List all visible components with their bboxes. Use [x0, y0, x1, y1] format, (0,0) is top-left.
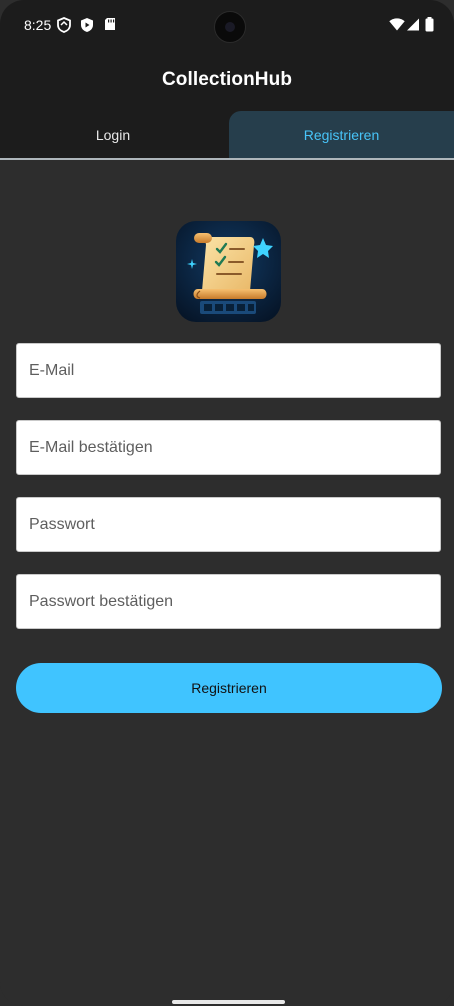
app-logo: [176, 221, 281, 322]
password-field[interactable]: [16, 497, 441, 552]
signal-icon: [407, 18, 419, 36]
tab-divider: [0, 158, 454, 160]
email-confirm-input[interactable]: [17, 421, 440, 474]
camera-cutout: [214, 11, 246, 43]
password-confirm-field[interactable]: [16, 574, 441, 629]
app-logo-scroll-checklist-icon: [176, 221, 281, 322]
register-button-label: Registrieren: [191, 680, 267, 696]
email-input[interactable]: [17, 344, 440, 397]
sd-card-icon: [104, 17, 116, 36]
play-protect-icon: [80, 17, 94, 38]
shield-icon: [57, 17, 71, 38]
status-time: 8:25: [24, 17, 52, 33]
tab-login-label: Login: [95, 126, 131, 143]
tab-register-label: Registrieren: [303, 126, 380, 143]
email-confirm-field[interactable]: [16, 420, 441, 475]
status-bar: 8:25: [0, 0, 454, 52]
tab-register[interactable]: Registrieren: [229, 111, 454, 158]
password-input[interactable]: [17, 498, 440, 551]
home-indicator[interactable]: [172, 1000, 285, 1004]
email-field[interactable]: [16, 343, 441, 398]
phone-screen: 8:25 CollectionHub Login Registrieren E-…: [0, 0, 454, 1006]
battery-icon: [425, 17, 434, 37]
register-button[interactable]: Registrieren: [16, 663, 442, 713]
app-title: CollectionHub: [161, 69, 293, 90]
password-confirm-input[interactable]: [17, 575, 440, 628]
tab-login[interactable]: Login: [0, 111, 226, 158]
wifi-icon: [389, 18, 405, 36]
